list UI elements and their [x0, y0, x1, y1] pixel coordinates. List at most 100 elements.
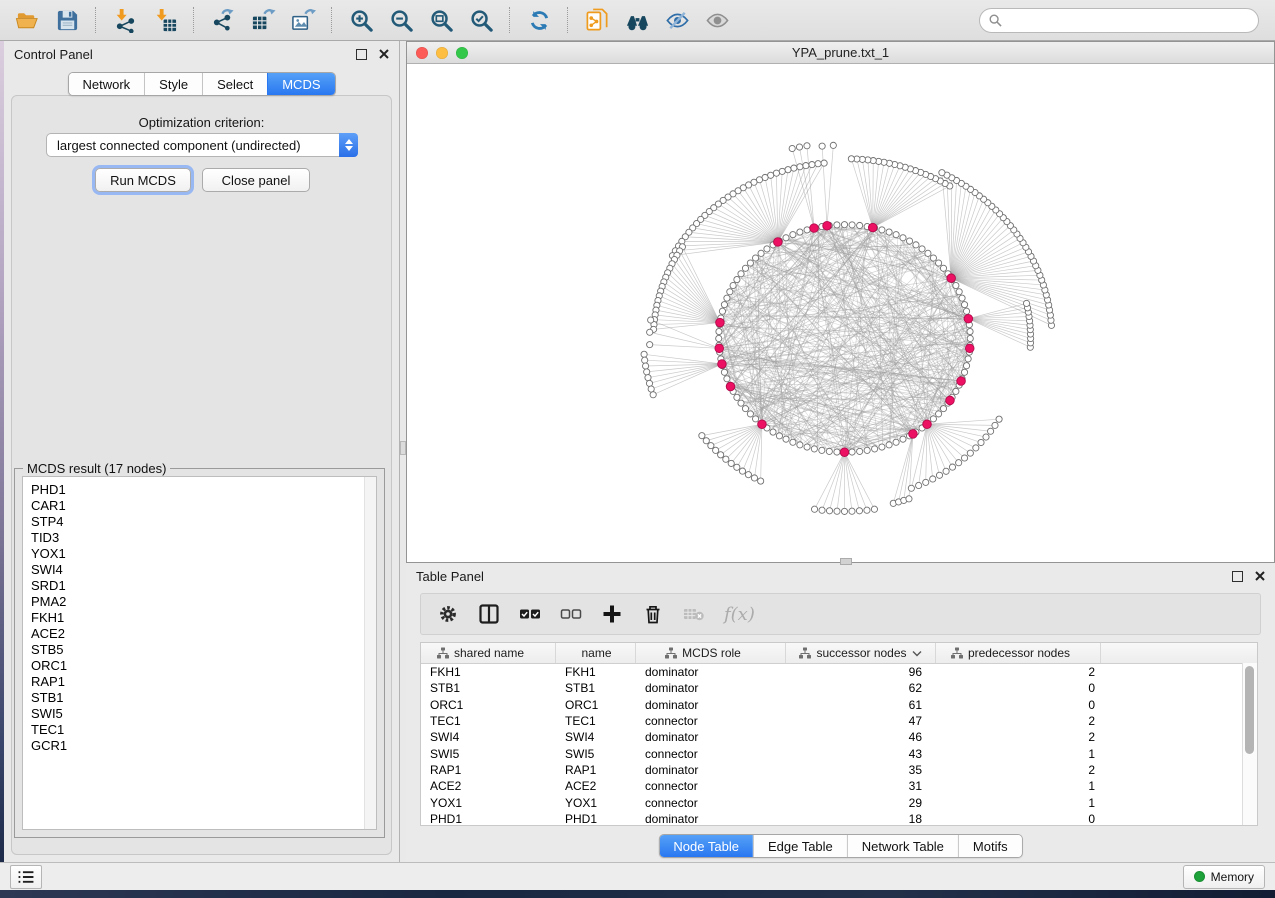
node-table: shared name name — [420, 642, 1258, 826]
search-network-button[interactable] — [618, 3, 656, 37]
mcds-result-node[interactable]: GCR1 — [31, 738, 376, 754]
mcds-result-node[interactable]: ORC1 — [31, 658, 376, 674]
table-tab[interactable]: Node Table — [659, 835, 753, 857]
horizontal-splitter-grip[interactable] — [840, 558, 852, 565]
memory-button[interactable]: Memory — [1183, 865, 1265, 889]
apply-function-button[interactable]: f(x) — [724, 604, 755, 625]
mcds-result-node[interactable]: ACE2 — [31, 626, 376, 642]
table-row[interactable]: SWI4 SWI4 dominator 46 2 — [421, 729, 1257, 745]
mcds-result-node[interactable]: SWI4 — [31, 562, 376, 578]
network-window-titlebar: YPA_prune.txt_1 — [407, 42, 1274, 64]
control-panel-tab[interactable]: Select — [202, 73, 267, 95]
mcds-result-group: MCDS result (17 nodes) PHD1 CAR1 STP4 TI… — [14, 468, 385, 838]
control-panel-tab[interactable]: MCDS — [267, 73, 334, 95]
column-header-label: successor nodes — [816, 646, 906, 660]
split-pane-icon — [478, 603, 500, 625]
memory-status-icon — [1194, 871, 1205, 882]
table-row[interactable]: YOX1 YOX1 connector 29 1 — [421, 794, 1257, 810]
search-box — [979, 8, 1259, 33]
control-panel-tabs: Network Style Select MCDS — [67, 72, 335, 96]
close-panel-button[interactable]: Close panel — [202, 168, 310, 192]
mcds-result-node[interactable]: STB1 — [31, 690, 376, 706]
result-list-scrollbar[interactable] — [364, 477, 376, 829]
criterion-dropdown[interactable]: largest connected component (undirected) — [46, 133, 358, 157]
hide-graphics-details-button[interactable] — [658, 3, 696, 37]
select-all-button[interactable] — [519, 603, 541, 625]
add-column-button[interactable] — [601, 603, 623, 625]
table-scrollbar[interactable] — [1242, 663, 1257, 825]
save-floppy-icon — [55, 8, 80, 33]
mcds-result-node[interactable]: STB5 — [31, 642, 376, 658]
save-session-button[interactable] — [48, 3, 86, 37]
close-panel-icon[interactable] — [1255, 571, 1265, 581]
table-row[interactable]: ACE2 ACE2 connector 31 1 — [421, 778, 1257, 794]
mcds-result-node[interactable]: YOX1 — [31, 546, 376, 562]
control-panel-tab[interactable]: Style — [144, 73, 202, 95]
split-panel-button[interactable] — [478, 603, 500, 625]
refresh-view-button[interactable] — [520, 3, 558, 37]
table-scrollbar-thumb[interactable] — [1245, 666, 1254, 754]
application-window: Control Panel Network Style Select MCDS … — [0, 0, 1275, 898]
task-history-button[interactable] — [10, 865, 42, 889]
mcds-result-node[interactable]: PMA2 — [31, 594, 376, 610]
sort-chevron-icon — [912, 650, 922, 657]
export-table-button[interactable] — [244, 3, 282, 37]
import-network-button[interactable] — [106, 3, 144, 37]
column-type-icon — [951, 647, 963, 659]
zoom-fit-button[interactable] — [422, 3, 460, 37]
float-panel-icon[interactable] — [356, 49, 367, 60]
import-table-button[interactable] — [146, 3, 184, 37]
mcds-result-node[interactable]: TEC1 — [31, 722, 376, 738]
show-graphics-details-button[interactable] — [698, 3, 736, 37]
column-header[interactable]: successor nodes — [786, 643, 936, 663]
deselect-all-button[interactable] — [560, 603, 582, 625]
network-from-file-button[interactable] — [578, 3, 616, 37]
mcds-result-node[interactable]: SRD1 — [31, 578, 376, 594]
table-row[interactable]: RAP1 RAP1 dominator 35 2 — [421, 762, 1257, 778]
zoom-selected-button[interactable] — [462, 3, 500, 37]
table-tab[interactable]: Motifs — [958, 835, 1022, 857]
network-graph[interactable] — [407, 63, 1274, 562]
table-tab[interactable]: Network Table — [847, 835, 958, 857]
toolbar-separator — [509, 7, 511, 33]
run-mcds-button[interactable]: Run MCDS — [95, 168, 191, 192]
column-type-icon — [799, 647, 811, 659]
mcds-result-node[interactable]: PHD1 — [31, 482, 376, 498]
table-tab[interactable]: Edge Table — [753, 835, 847, 857]
mcds-result-node[interactable]: TID3 — [31, 530, 376, 546]
search-input[interactable] — [1008, 12, 1249, 29]
zoom-out-button[interactable] — [382, 3, 420, 37]
open-file-button[interactable] — [8, 3, 46, 37]
column-header[interactable]: name — [556, 643, 636, 663]
mcds-result-node[interactable]: CAR1 — [31, 498, 376, 514]
export-network-button[interactable] — [204, 3, 242, 37]
table-row[interactable]: SWI5 SWI5 connector 43 1 — [421, 745, 1257, 761]
table-row[interactable]: PHD1 PHD1 dominator 18 0 — [421, 811, 1257, 826]
column-header-label: predecessor nodes — [968, 646, 1070, 660]
toolbar-separator — [95, 7, 97, 33]
criterion-dropdown-value: largest connected component (undirected) — [47, 138, 339, 153]
column-header[interactable]: predecessor nodes — [936, 643, 1101, 663]
mcds-result-node[interactable]: RAP1 — [31, 674, 376, 690]
network-canvas[interactable] — [407, 63, 1274, 562]
table-row[interactable]: ORC1 ORC1 dominator 61 0 — [421, 697, 1257, 713]
close-panel-icon[interactable] — [379, 49, 389, 59]
export-image-button[interactable] — [284, 3, 322, 37]
mcds-result-node[interactable]: SWI5 — [31, 706, 376, 722]
control-panel-tab[interactable]: Network — [68, 73, 144, 95]
zoom-in-button[interactable] — [342, 3, 380, 37]
float-panel-icon[interactable] — [1232, 571, 1243, 582]
mcds-result-node[interactable]: STP4 — [31, 514, 376, 530]
delete-table-button[interactable] — [683, 603, 705, 625]
column-header[interactable]: MCDS role — [636, 643, 786, 663]
table-row[interactable]: STB1 STB1 dominator 62 0 — [421, 680, 1257, 696]
open-folder-icon — [15, 8, 40, 33]
delete-column-button[interactable] — [642, 603, 664, 625]
mcds-result-title: MCDS result (17 nodes) — [23, 461, 170, 476]
table-options-gear-button[interactable] — [437, 603, 459, 625]
table-row[interactable]: FKH1 FKH1 dominator 96 2 — [421, 664, 1257, 680]
optimization-criterion-label: Optimization criterion: — [4, 115, 399, 130]
column-header[interactable]: shared name — [421, 643, 556, 663]
table-row[interactable]: TEC1 TEC1 connector 47 2 — [421, 713, 1257, 729]
mcds-result-node[interactable]: FKH1 — [31, 610, 376, 626]
